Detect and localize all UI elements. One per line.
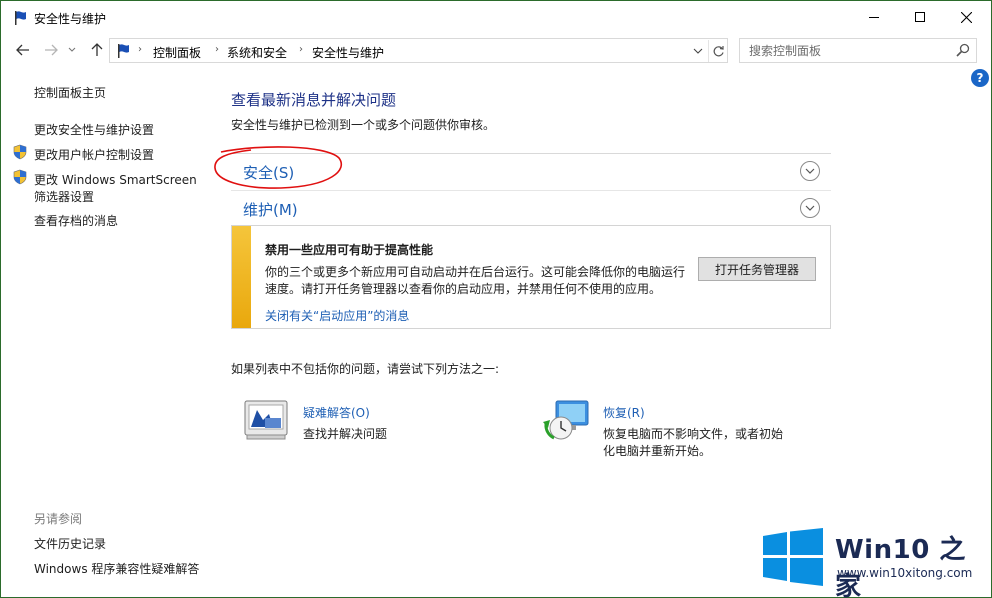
recovery-desc-line1: 恢复电脑而不影响文件，或者初始 bbox=[603, 427, 784, 441]
alert-body-line2: 速度。请打开任务管理器以查看你的启动应用，并禁用任何不使用的应用。 bbox=[265, 282, 662, 296]
address-dropdown-button[interactable] bbox=[690, 42, 706, 60]
uac-shield-icon bbox=[13, 144, 27, 160]
window-title: 安全性与维护 bbox=[34, 12, 107, 26]
recovery-icon[interactable] bbox=[542, 398, 590, 442]
recovery-link[interactable]: 恢复(R) bbox=[603, 404, 645, 421]
try-methods-text: 如果列表中不包括你的问题，请尝试下列方法之一: bbox=[231, 362, 500, 376]
sidebar-item-file-history[interactable]: 文件历史记录 bbox=[34, 535, 106, 552]
recovery-desc: 恢复电脑而不影响文件，或者初始 化电脑并重新开始。 bbox=[603, 426, 783, 460]
title-bar: 安全性与维护 bbox=[1, 1, 991, 33]
page-title: 查看最新消息并解决问题 bbox=[231, 91, 397, 109]
troubleshooting-icon[interactable] bbox=[243, 398, 291, 442]
up-button[interactable] bbox=[87, 39, 107, 61]
sidebar-item-smartscreen-line2[interactable]: 筛选器设置 bbox=[34, 188, 94, 205]
troubleshooting-desc: 查找并解决问题 bbox=[303, 427, 388, 441]
breadcrumb-security-maintenance[interactable]: 安全性与维护 bbox=[312, 44, 384, 61]
close-icon bbox=[960, 11, 972, 23]
alert-body: 你的三个或更多个新应用可自动启动并在后台运行。这可能会降低你的电脑运行 速度。请… bbox=[265, 264, 690, 298]
watermark: Win10 之家 www.win10xitong.com bbox=[761, 526, 986, 598]
section-maintenance-label: 维护(M) bbox=[243, 201, 298, 219]
refresh-button[interactable] bbox=[708, 40, 728, 62]
expand-maintenance-button[interactable] bbox=[800, 198, 820, 218]
help-icon[interactable]: ? bbox=[971, 69, 989, 87]
breadcrumb-control-panel[interactable]: 控制面板 bbox=[153, 44, 201, 61]
back-button[interactable] bbox=[13, 39, 33, 61]
flag-icon bbox=[15, 11, 26, 25]
arrow-left-icon bbox=[16, 44, 29, 56]
chevron-down-icon bbox=[805, 205, 815, 211]
sidebar-item-smartscreen[interactable]: 更改 Windows SmartScreen bbox=[34, 171, 197, 188]
breadcrumb-system-security[interactable]: 系统和安全 bbox=[227, 44, 287, 61]
address-bar[interactable]: › 控制面板 › 系统和安全 › 安全性与维护 bbox=[109, 38, 728, 63]
minimize-button[interactable] bbox=[851, 1, 897, 33]
section-security-label: 安全(S) bbox=[243, 164, 295, 182]
windows-logo-icon bbox=[763, 528, 823, 586]
dismiss-startup-message-link[interactable]: 关闭有关“启动应用”的消息 bbox=[265, 307, 409, 324]
sidebar-item-compat-troubleshooter[interactable]: Windows 程序兼容性疑难解答 bbox=[34, 560, 199, 577]
page-subtitle: 安全性与维护已检测到一个或多个问题供你审核。 bbox=[231, 118, 496, 132]
arrow-up-icon bbox=[91, 43, 103, 56]
chevron-down-icon bbox=[68, 47, 76, 52]
chevron-down-icon bbox=[805, 168, 815, 174]
expand-security-button[interactable] bbox=[800, 161, 820, 181]
sidebar-item-home[interactable]: 控制面板主页 bbox=[34, 84, 106, 101]
section-security[interactable]: 安全(S) bbox=[231, 153, 831, 189]
search-input[interactable] bbox=[740, 39, 952, 62]
sidebar-item-uac-settings[interactable]: 更改用户帐户控制设置 bbox=[34, 146, 154, 163]
recent-locations-button[interactable] bbox=[65, 39, 79, 61]
arrow-right-icon bbox=[45, 44, 58, 56]
search-box bbox=[739, 38, 977, 63]
flag-icon bbox=[118, 44, 129, 58]
refresh-icon bbox=[713, 45, 724, 56]
alert-stripe bbox=[232, 226, 251, 328]
maximize-button[interactable] bbox=[897, 1, 943, 33]
close-button[interactable] bbox=[943, 1, 989, 33]
chevron-right-icon[interactable]: › bbox=[215, 44, 219, 55]
startup-apps-alert: 禁用一些应用可有助于提高性能 你的三个或更多个新应用可自动启动并在后台运行。这可… bbox=[231, 225, 831, 329]
sidebar-item-archived-messages[interactable]: 查看存档的消息 bbox=[34, 212, 118, 229]
minimize-icon bbox=[869, 17, 879, 18]
recovery-desc-line2: 化电脑并重新开始。 bbox=[603, 444, 712, 458]
alert-body-line1: 你的三个或更多个新应用可自动启动并在后台运行。这可能会降低你的电脑运行 bbox=[265, 265, 686, 279]
chevron-right-icon[interactable]: › bbox=[299, 44, 303, 55]
search-icon[interactable] bbox=[956, 43, 970, 57]
control-panel-window: 安全性与维护 › 控制面板 › 系统和安全 › 安全性与维护 搜索控制面板 ? … bbox=[0, 0, 992, 598]
chevron-down-icon bbox=[693, 48, 703, 54]
uac-shield-icon bbox=[13, 169, 27, 185]
forward-button[interactable] bbox=[41, 39, 61, 61]
watermark-brand: Win10 之家 bbox=[835, 535, 966, 598]
chevron-right-icon: › bbox=[138, 44, 142, 55]
alert-title: 禁用一些应用可有助于提高性能 bbox=[265, 243, 434, 257]
watermark-url: www.win10xitong.com bbox=[837, 566, 973, 580]
troubleshooting-link[interactable]: 疑难解答(O) bbox=[303, 404, 370, 421]
navigation-bar: › 控制面板 › 系统和安全 › 安全性与维护 bbox=[1, 35, 991, 65]
section-maintenance[interactable]: 维护(M) bbox=[231, 190, 831, 226]
sidebar-item-security-settings[interactable]: 更改安全性与维护设置 bbox=[34, 121, 154, 138]
see-also-heading: 另请参阅 bbox=[34, 512, 83, 526]
maximize-icon bbox=[915, 12, 925, 22]
open-task-manager-button[interactable]: 打开任务管理器 bbox=[698, 257, 816, 281]
